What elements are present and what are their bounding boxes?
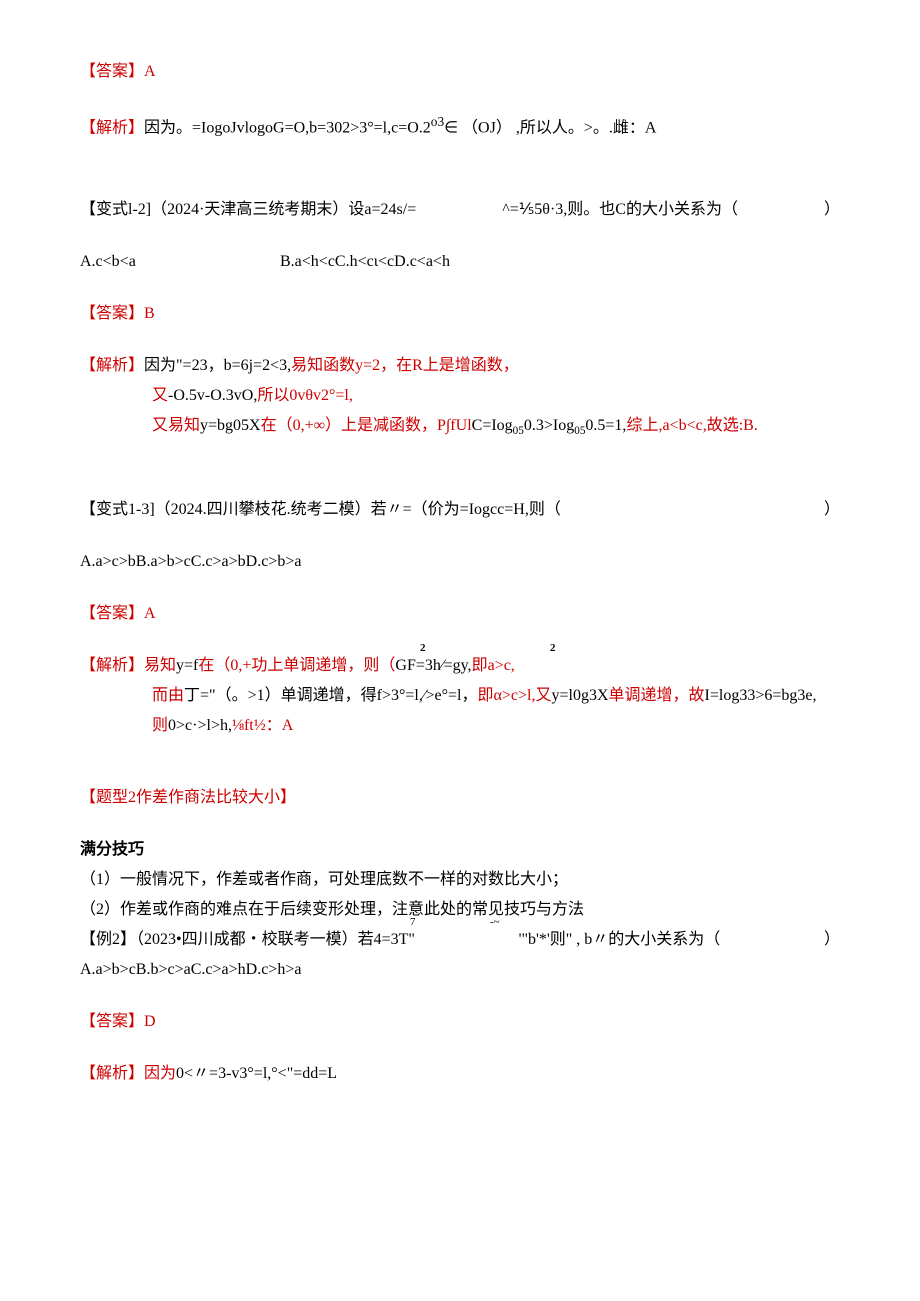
q2-options: A.c<b<a B.a<h<cC.h<cι<cD.c<a<h bbox=[80, 250, 840, 274]
q3-jiexi-l1-black-a: y=f bbox=[176, 657, 198, 674]
q2-jiexi-l2-red-a: 又 bbox=[152, 387, 168, 404]
q3-jiexi-l3-red-b: ⅛ft½：A bbox=[232, 717, 293, 734]
section-p2: （2）作差或作商的难点在于后续变形处理，注意此处的常见技巧与方法 bbox=[80, 898, 840, 922]
jiexi-text: 因为。=IogoJvlogoG=O,b=302>3°=l,c=O.2 bbox=[144, 119, 431, 136]
answer-value: A bbox=[144, 605, 156, 622]
q2-mid: ^=⅕5θ·3,则。也C的大小关系为（ bbox=[502, 198, 738, 222]
answer-value: D bbox=[144, 1013, 156, 1030]
section-title-text: 【题型2作差作商法比较大小】 bbox=[80, 789, 296, 806]
jiexi-label: 【解析】 bbox=[80, 657, 144, 674]
q4-jiexi-black: 0<〃=3-v3°=l,°<"=dd=L bbox=[176, 1065, 337, 1082]
q2-jiexi-l2-red-b: 所以0vθv2°=l, bbox=[257, 387, 353, 404]
sub1: 05 bbox=[513, 426, 524, 438]
q2-prefix: 【变式l-2]（2024·天津高三统考期末）设a=24s/= bbox=[80, 198, 416, 222]
q4-options-text: A.a>b>cB.b>c>aC.c>a>hD.c>h>a bbox=[80, 961, 301, 978]
q2-jiexi-l3-red-a: 又易知 bbox=[152, 417, 200, 434]
q2-jiexi-l3-red-c: 综上,a<b<c,故选:B. bbox=[626, 417, 757, 434]
answer-value: B bbox=[144, 305, 155, 322]
section-subtitle: 满分技巧 bbox=[80, 838, 840, 862]
q3-jiexi-l2-black-b: f>3°=l,∕>e°=l， bbox=[377, 687, 478, 704]
answer-label: 【答案】 bbox=[80, 1013, 144, 1030]
q2-close: ） bbox=[824, 198, 840, 222]
q3-explanation: 2 2 【解析】易知y=f在（0,+功上单调递增，则（GF=3h∕=gy,即a>… bbox=[80, 654, 840, 738]
q2-jiexi-l2-black: -O.5v-O.3vO, bbox=[168, 387, 257, 404]
section-title: 【题型2作差作商法比较大小】 bbox=[80, 786, 840, 810]
jiexi-tail: ∈ （OJ） ,所以人。>。.雌：A bbox=[444, 119, 656, 136]
q3-jiexi-l2-red-a: 而由 bbox=[152, 687, 184, 704]
q3-close: ） bbox=[824, 498, 840, 522]
q3-jiexi-l2-red-c: 又 bbox=[535, 687, 551, 704]
jiexi-label: 【解析】 bbox=[80, 119, 144, 136]
q3-jiexi-l2-red-b: 即α>c>l, bbox=[478, 687, 536, 704]
q3-jiexi-l2-red-d: 单调递增，故 bbox=[609, 687, 705, 704]
q3-stem: 【变式1-3]（2024.四川攀枝花.统考二模）若〃=（价为=Iogcc=H,则… bbox=[80, 498, 840, 522]
answer-label: 【答案】 bbox=[80, 63, 144, 80]
answer-label: 【答案】 bbox=[80, 305, 144, 322]
q3-jiexi-l3-red-a: 则 bbox=[152, 717, 168, 734]
q2-jiexi-l3-black-c: 0.3>Iog bbox=[524, 417, 574, 434]
q3-sup-a: 2 bbox=[420, 640, 426, 657]
section-p1: （1）一般情况下，作差或者作商，可处理底数不一样的对数比大小； bbox=[80, 868, 840, 892]
jiexi-label: 【解析】 bbox=[80, 1065, 144, 1082]
section-subtitle-text: 满分技巧 bbox=[80, 841, 144, 858]
q2-jiexi-l3-black-d: 0.5=1, bbox=[585, 417, 626, 434]
q3-answer: 【答案】A bbox=[80, 602, 840, 626]
q4-explanation: 【解析】因为0<〃=3-v3°=l,°<"=dd=L bbox=[80, 1062, 840, 1086]
q1-answer: 【答案】A bbox=[80, 60, 840, 84]
q2-jiexi-l1-red: 易知函数y=2，在R上是增函数， bbox=[291, 357, 519, 374]
q3-sup-b: 2 bbox=[550, 640, 556, 657]
q3-jiexi-l1-red-b: 在（0,+功上单调递增，则（ bbox=[198, 657, 395, 674]
q2-option-rest: B.a<h<cC.h<cι<cD.c<a<h bbox=[280, 250, 840, 274]
answer-value: A bbox=[144, 63, 156, 80]
q2-stem: 【变式l-2]（2024·天津高三统考期末）设a=24s/= ^=⅕5θ·3,则… bbox=[80, 198, 840, 222]
sub2: 05 bbox=[574, 426, 585, 438]
q4-sup-b: -~ bbox=[490, 914, 500, 931]
q2-explanation: 【解析】因为"=23，b=6j=2<3,易知函数y=2，在R上是增函数， 又-O… bbox=[80, 354, 840, 440]
q3-jiexi-l2-black-a: 丁="（。>1）单调递增，得 bbox=[184, 687, 377, 704]
q2-jiexi-l3-red-b: 在（0,+∞）上是减函数，P∫fUl bbox=[261, 417, 472, 434]
q4-jiexi-red: 因为 bbox=[144, 1065, 176, 1082]
q3-jiexi-l3-black-a: 0>c·>l>h, bbox=[168, 717, 232, 734]
q4-close: ） bbox=[824, 928, 840, 952]
q4-sup-a: 7 bbox=[410, 914, 416, 931]
q2-jiexi-l1-black: 因为"=23，b=6j=2<3, bbox=[144, 357, 291, 374]
q3-jiexi-l2-black-d: I=log33>6=bg3e, bbox=[705, 687, 817, 704]
q3-jiexi-l1-red-a: 易知 bbox=[144, 657, 176, 674]
q1-explanation: 【解析】因为。=IogoJvlogoG=O,b=302>3°=l,c=O.2o3… bbox=[80, 112, 840, 140]
q4-prefix: 【例2】（2023•四川成都・校联考一模）若4=3T" bbox=[80, 928, 415, 952]
q2-jiexi-l3-black-b: C=Iog bbox=[472, 417, 513, 434]
section-p2-text: （2）作差或作商的难点在于后续变形处理，注意此处的常见技巧与方法 bbox=[80, 901, 584, 918]
q3-options-text: A.a>c>bB.a>b>cC.c>a>bD.c>b>a bbox=[80, 553, 301, 570]
q3-jiexi-l1-black-b: GF=3h∕=gy, bbox=[395, 657, 471, 674]
q3-prefix: 【变式1-3]（2024.四川攀枝花.统考二模）若〃=（价为=Iogcc=H,则… bbox=[80, 498, 561, 522]
q2-answer: 【答案】B bbox=[80, 302, 840, 326]
q4-stem: 7 -~ 【例2】（2023•四川成都・校联考一模）若4=3T" '"b'*'则… bbox=[80, 928, 840, 952]
q2-jiexi-l3-black-a: y=bg05X bbox=[200, 417, 261, 434]
q4-answer: 【答案】D bbox=[80, 1010, 840, 1034]
answer-label: 【答案】 bbox=[80, 605, 144, 622]
q3-jiexi-l1-red-c: 即a>c, bbox=[472, 657, 515, 674]
jiexi-sup: o3 bbox=[431, 114, 444, 129]
q4-mid: '"b'*'则" , b〃的大小关系为（ bbox=[519, 928, 721, 952]
q2-option-a: A.c<b<a bbox=[80, 250, 280, 274]
q3-jiexi-l2-black-c: y=l0g3X bbox=[552, 687, 609, 704]
q4-options: A.a>b>cB.b>c>aC.c>a>hD.c>h>a bbox=[80, 958, 840, 982]
q3-options: A.a>c>bB.a>b>cC.c>a>bD.c>b>a bbox=[80, 550, 840, 574]
section-p1-text: （1）一般情况下，作差或者作商，可处理底数不一样的对数比大小； bbox=[80, 871, 568, 888]
jiexi-label: 【解析】 bbox=[80, 357, 144, 374]
